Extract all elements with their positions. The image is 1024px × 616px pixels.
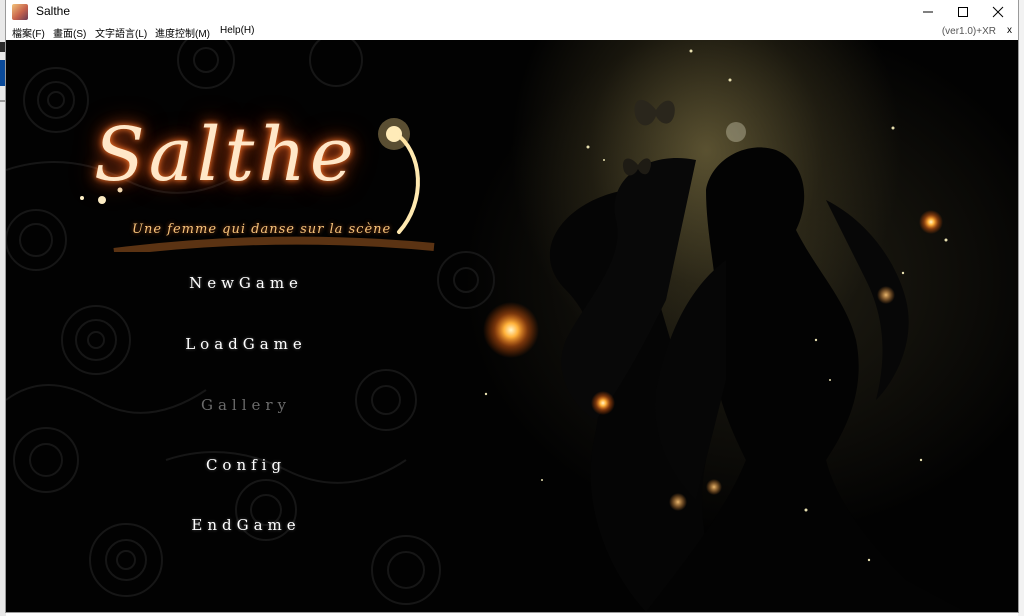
menu-gallery: Gallery (200, 396, 292, 414)
menu-load-game[interactable]: LoadGame (146, 335, 346, 353)
firefly (591, 391, 615, 415)
firefly (919, 210, 943, 234)
close-icon (992, 6, 1004, 18)
maximize-button[interactable] (946, 0, 980, 24)
menu-help[interactable]: Help(H) (220, 25, 254, 36)
minimize-icon (923, 11, 933, 13)
close-button[interactable] (981, 0, 1015, 24)
menu-config[interactable]: Config (146, 456, 346, 474)
logo-subtitle: Une femme qui danse sur la scène (132, 222, 392, 237)
menu-language[interactable]: 文字語言(L) (95, 25, 147, 40)
menu-bar: 檔案(F) 畫面(S) 文字語言(L) 進度控制(M) Help(H) (ver… (6, 24, 1018, 40)
firefly (877, 286, 895, 304)
logo-title: Salthe (94, 112, 358, 198)
menu-new-game[interactable]: NewGame (146, 274, 346, 292)
menu-file[interactable]: 檔案(F) (12, 25, 45, 40)
game-window: Salthe 檔案(F) 畫面(S) 文字語言(L) 進度控制(M) Help(… (6, 0, 1018, 612)
app-icon (12, 4, 28, 20)
firefly (706, 479, 722, 495)
firefly (669, 493, 687, 511)
maximize-icon (958, 7, 968, 17)
menu-screen[interactable]: 畫面(S) (53, 25, 86, 40)
title-screen: Salthe Une femme qui danse sur la scène … (6, 40, 1018, 612)
minimize-button[interactable] (911, 0, 945, 24)
screen: Salthe 檔案(F) 畫面(S) 文字語言(L) 進度控制(M) Help(… (0, 0, 1024, 616)
firefly (483, 302, 539, 358)
title-bar[interactable]: Salthe (6, 0, 1018, 24)
window-title: Salthe (36, 4, 71, 18)
firefly (726, 122, 746, 142)
menu-close-button[interactable]: x (1007, 25, 1012, 36)
version-label: (ver1.0)+XR (941, 26, 996, 37)
butterfly-icon (634, 99, 675, 126)
game-logo: Salthe Une femme qui danse sur la scène (74, 82, 474, 252)
menu-progress[interactable]: 進度控制(M) (155, 25, 210, 40)
desktop-edge-right (1018, 0, 1024, 616)
menu-end-game[interactable]: EndGame (146, 516, 346, 534)
